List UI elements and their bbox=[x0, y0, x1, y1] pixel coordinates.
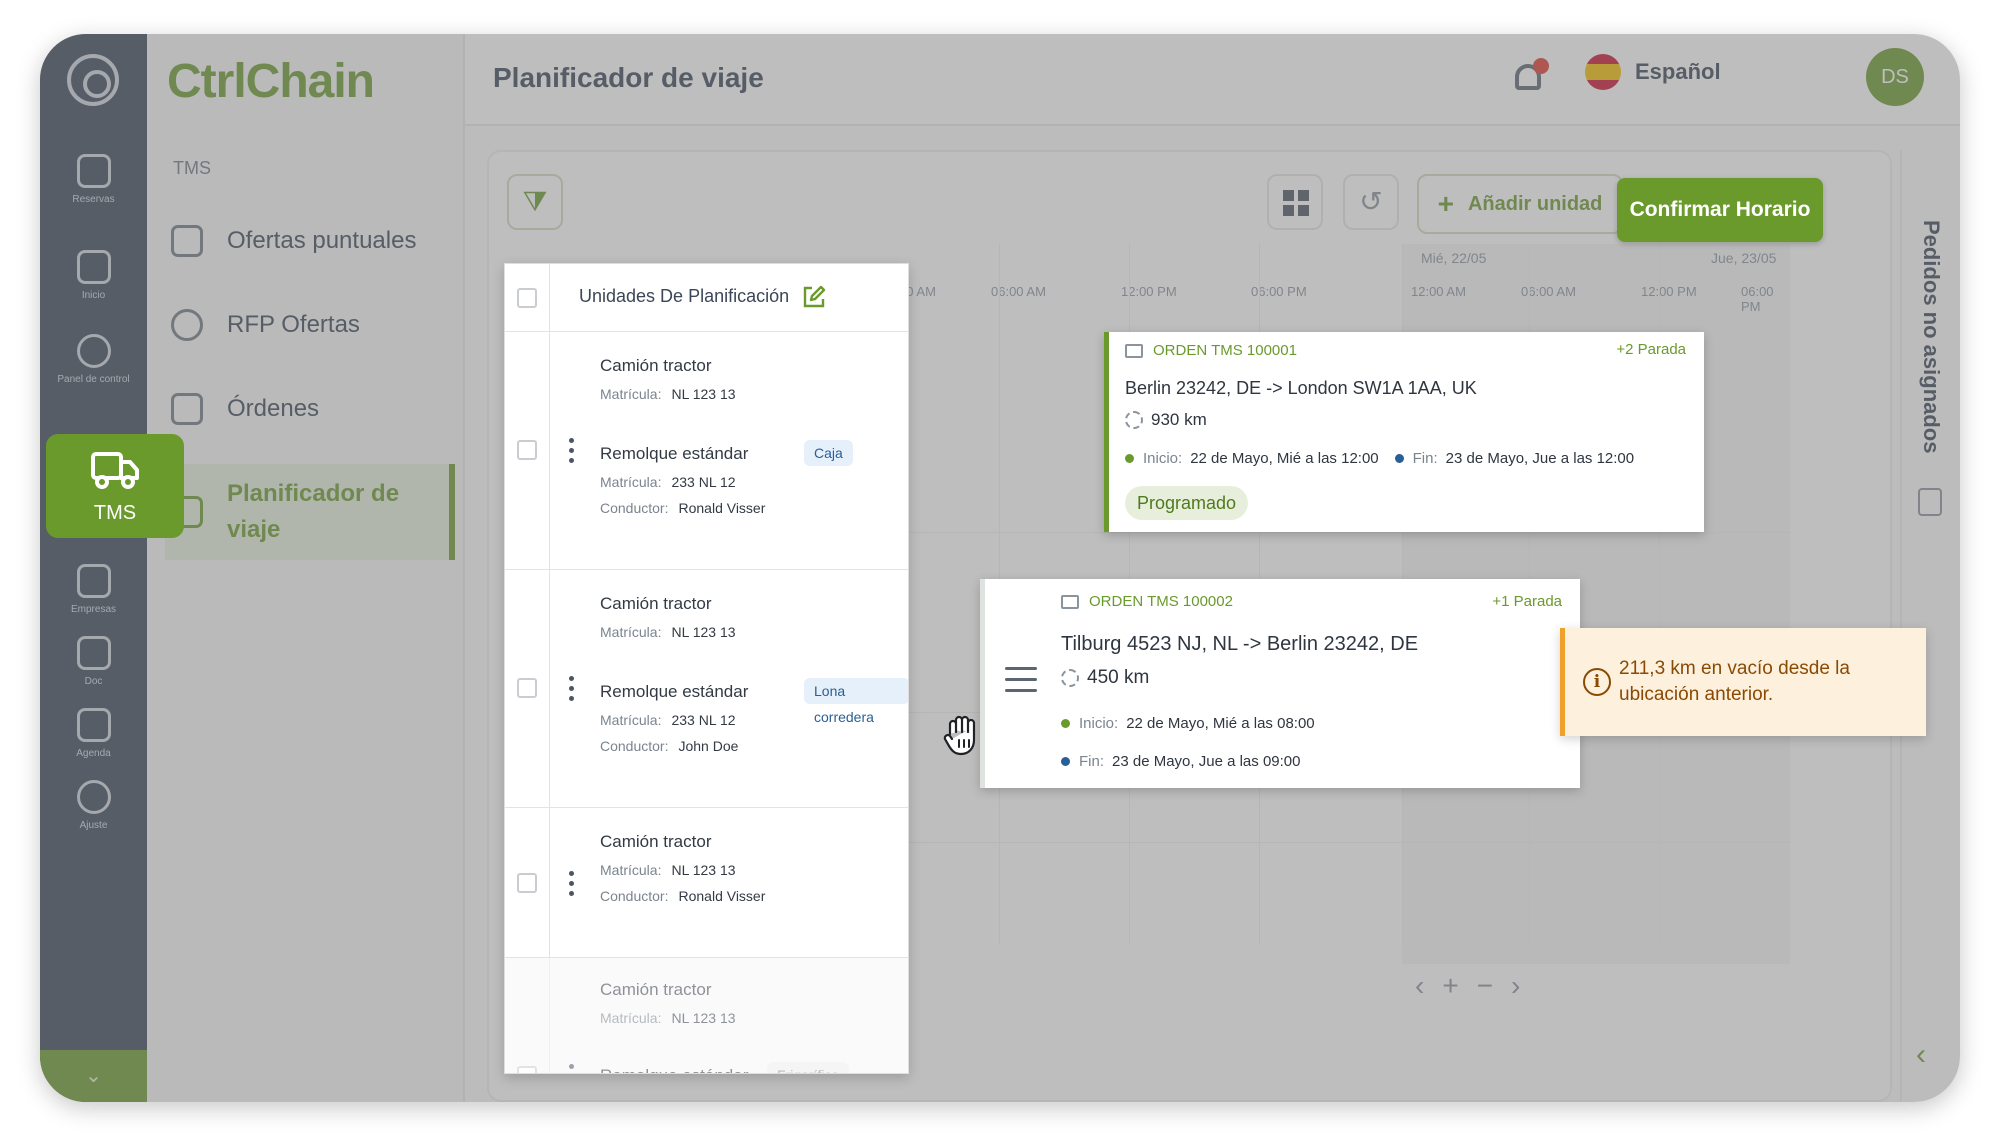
units-panel-title: Unidades De Planificación bbox=[579, 286, 790, 306]
planning-units-panel: Unidades De Planificación Camión tractor… bbox=[504, 263, 909, 1074]
order-id: ORDEN TMS 100001 bbox=[1153, 342, 1297, 359]
more-options-icon[interactable] bbox=[569, 871, 575, 897]
order-distance: 930 km bbox=[1151, 410, 1207, 429]
unit-checkbox[interactable] bbox=[517, 678, 537, 698]
order-end: 23 de Mayo, Jue a las 09:00 bbox=[1112, 753, 1301, 770]
edit-icon[interactable] bbox=[801, 284, 827, 310]
end-dot-icon bbox=[1394, 454, 1404, 463]
status-badge: Programado bbox=[1125, 486, 1249, 520]
trailer-type-tag: Lona corredera bbox=[804, 678, 908, 725]
trailer-type-tag: Frigorífico bbox=[767, 1062, 850, 1073]
order-route: Tilburg 4523 NJ, NL -> Berlin 23242, DE bbox=[1061, 633, 1419, 655]
planning-unit-row: Camión tractor Matrícula:NL 123 13 Remol… bbox=[505, 570, 908, 808]
more-options-icon[interactable] bbox=[569, 438, 575, 464]
order-start: 22 de Mayo, Mié a las 12:00 bbox=[1190, 450, 1379, 467]
info-icon: i bbox=[1583, 668, 1611, 696]
more-options-icon[interactable] bbox=[569, 1064, 575, 1073]
start-dot-icon bbox=[1061, 719, 1070, 728]
app-window: Reservas Inicio Panel de control Empresa… bbox=[40, 34, 1960, 1102]
unit-checkbox[interactable] bbox=[517, 440, 537, 460]
grab-hand-cursor-icon bbox=[943, 715, 976, 756]
route-icon bbox=[1061, 669, 1079, 687]
warning-text: 211,3 km en vacío desde la ubicación ant… bbox=[1619, 658, 1850, 705]
trailer-type-tag: Caja bbox=[804, 440, 853, 466]
unit-checkbox[interactable] bbox=[517, 1066, 537, 1073]
planning-unit-row: Camión tractor Matrícula: NL 123 13 Condu… bbox=[505, 808, 908, 958]
start-dot-icon bbox=[1125, 454, 1134, 463]
rail-item-tms[interactable]: TMS bbox=[46, 434, 184, 538]
unit-checkbox[interactable] bbox=[517, 873, 537, 893]
truck-icon bbox=[1061, 594, 1079, 609]
planning-unit-row: Camión tractor Matrícula:NL 123 13 Remol… bbox=[505, 958, 908, 1073]
order-route: Berlin 23242, DE -> London SW1A 1AA, UK bbox=[1125, 378, 1477, 398]
confirm-schedule-button[interactable]: Confirmar Horario bbox=[1617, 178, 1823, 242]
truck-icon bbox=[91, 452, 139, 489]
order-card[interactable]: ORDEN TMS 100002 +1 Parada Tilburg 4523 … bbox=[980, 579, 1580, 788]
units-panel-header: Unidades De Planificación bbox=[505, 264, 908, 332]
order-distance: 450 km bbox=[1087, 667, 1150, 688]
route-icon bbox=[1125, 411, 1143, 429]
order-id: ORDEN TMS 100002 bbox=[1089, 593, 1233, 610]
more-options-icon[interactable] bbox=[569, 676, 575, 702]
empty-km-warning: i 211,3 km en vacío desde la ubicación a… bbox=[1560, 628, 1926, 736]
end-dot-icon bbox=[1061, 757, 1070, 766]
order-start: 22 de Mayo, Mié a las 08:00 bbox=[1126, 715, 1315, 732]
order-card[interactable]: ORDEN TMS 100001 +2 Parada Berlin 23242,… bbox=[1104, 332, 1704, 532]
order-stops: +1 Parada bbox=[1492, 593, 1562, 610]
order-end: 23 de Mayo, Jue a las 12:00 bbox=[1445, 450, 1635, 467]
order-stops: +2 Parada bbox=[1616, 341, 1686, 358]
drag-handle-icon[interactable] bbox=[1005, 667, 1037, 693]
truck-icon bbox=[1125, 343, 1143, 358]
planning-unit-row: Camión tractor Matrícula:NL 123 13 Remol… bbox=[505, 332, 908, 570]
select-all-checkbox[interactable] bbox=[517, 288, 537, 308]
